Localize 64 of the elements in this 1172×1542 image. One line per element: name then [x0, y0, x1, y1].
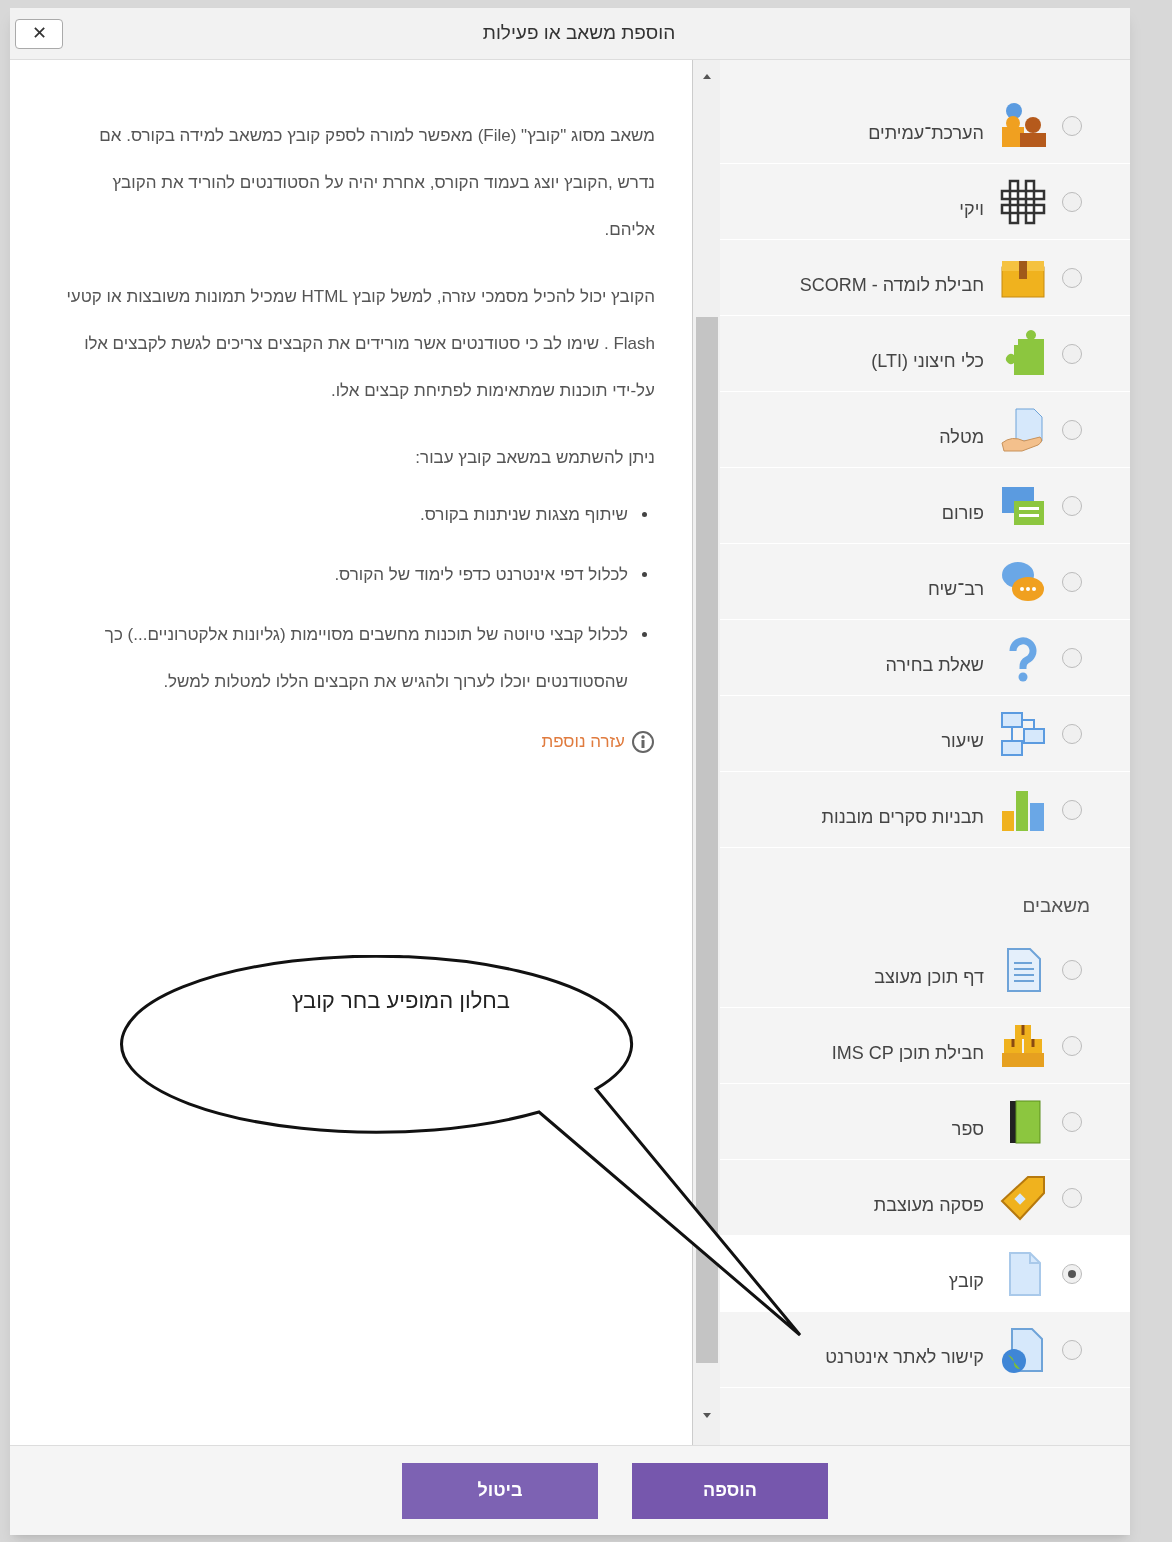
- description-paragraph: ניתן להשתמש במשאב קובץ עבור:: [414, 447, 655, 469]
- radio-button[interactable]: [1062, 1264, 1082, 1284]
- item-label: קישור לאתר אינטרנט: [824, 1345, 984, 1369]
- info-icon: [631, 729, 655, 754]
- section-heading: משאבים: [1022, 893, 1090, 918]
- item-label: מטלה: [938, 425, 984, 449]
- description-paragraph: משאב מסוג "קובץ" (File) מאפשר למורה לספק קובץ כמשאב למידה בקורס. אם נדרש ,הקובץ יוצג בעמוד הקורס, אחרת יהיה על הסטודנטים להוריד את הקובץ אליהם.: [98, 125, 655, 241]
- add-button[interactable]: הוספה: [632, 1462, 828, 1519]
- item-label: פורום: [940, 501, 984, 525]
- list-item[interactable]: רב־שיח: [720, 544, 1130, 620]
- item-label: כלי חיצוני (LTI): [870, 349, 984, 373]
- item-label: חבילת לומדה - SCORM: [798, 273, 984, 297]
- radio-button[interactable]: [1062, 1187, 1082, 1208]
- radio-button[interactable]: [1062, 799, 1082, 820]
- item-label: תבניות סקרים מובנות: [820, 805, 984, 829]
- list-item[interactable]: קובץ: [720, 1236, 1130, 1312]
- item-label: קובץ: [947, 1270, 984, 1293]
- list-item[interactable]: חבילת תוכן IMS CP: [720, 1008, 1130, 1084]
- list-item[interactable]: דף תוכן מעוצב: [720, 932, 1130, 1008]
- item-label: חבילת תוכן IMS CP: [830, 1041, 984, 1065]
- list-text: שיתוף מצגות שניתנות בקורס.: [419, 504, 628, 526]
- radio-button[interactable]: [1062, 647, 1082, 668]
- item-label: דף תוכן מעוצב: [873, 965, 984, 989]
- bullet-icon: [642, 512, 647, 517]
- item-label: ספר: [950, 1117, 984, 1141]
- description-paragraph: הקובץ יכול להכיל מסמכי עזרה, למשל קובץ HTML שמכיל תמונות משובצות או קטעי Flash . שימו לב כי סטודנטים אשר מורידים את הקבצים צריכים לגשת לקבצים אלו על-ידי תוכנות שמתאימות לפתיחת קבצים אלו.: [65, 286, 655, 402]
- item-label: פסקה מעוצבת: [872, 1193, 984, 1217]
- radio-button[interactable]: [1062, 495, 1082, 516]
- item-label: רב־שיח: [926, 577, 984, 601]
- list-item[interactable]: תבניות סקרים מובנות: [720, 772, 1130, 848]
- item-label: הערכת־עמיתים: [867, 121, 984, 145]
- list-item[interactable]: ספר: [720, 1084, 1130, 1160]
- bullet-icon: [642, 632, 647, 637]
- list-text: לכלול דפי אינטרנט כדפי לימוד של הקורס.: [334, 564, 628, 586]
- callout-text: בחלון המופיע בחר קובץ: [290, 987, 510, 1015]
- radio-button[interactable]: [1062, 267, 1082, 288]
- radio-button[interactable]: [1062, 343, 1082, 364]
- radio-button[interactable]: [1062, 571, 1082, 592]
- list-item[interactable]: כלי חיצוני (LTI): [720, 316, 1130, 392]
- radio-button[interactable]: [1062, 1111, 1082, 1132]
- list-item[interactable]: שאלת בחירה: [720, 620, 1130, 696]
- radio-button[interactable]: [1062, 115, 1082, 136]
- item-label: ויקי: [958, 197, 984, 221]
- cancel-button[interactable]: ביטול: [402, 1462, 598, 1519]
- list-item[interactable]: חבילת לומדה - SCORM: [720, 240, 1130, 316]
- radio-button[interactable]: [1062, 959, 1082, 980]
- bullet-icon: [642, 572, 647, 577]
- list-item[interactable]: ויקי: [720, 164, 1130, 240]
- dialog-title: הוספת משאב או פעילות: [481, 21, 677, 46]
- radio-button[interactable]: [1062, 1035, 1082, 1056]
- scrollbar-thumb[interactable]: [695, 317, 718, 1363]
- radio-button[interactable]: [1062, 1339, 1082, 1360]
- list-item[interactable]: הערכת־עמיתים: [720, 88, 1130, 164]
- scrollbar[interactable]: [692, 60, 720, 1445]
- list-item[interactable]: מטלה: [720, 392, 1130, 468]
- radio-button[interactable]: [1062, 191, 1082, 212]
- radio-button[interactable]: [1062, 419, 1082, 440]
- list-item[interactable]: שיעור: [720, 696, 1130, 772]
- item-label: שיעור: [940, 729, 984, 753]
- close-button[interactable]: ✕: [15, 18, 63, 49]
- list-text: לכלול קבצי טיוטה של תוכנות מחשבים מסויימות (גליונות אלקטרוניים...) כך שהסטודנטים יוכלו לערוך ולהגיש את הקבצים הללו למטלות למשל.: [103, 624, 628, 693]
- list-item[interactable]: פורום: [720, 468, 1130, 544]
- radio-button[interactable]: [1062, 723, 1082, 744]
- item-label: שאלת בחירה: [884, 653, 984, 677]
